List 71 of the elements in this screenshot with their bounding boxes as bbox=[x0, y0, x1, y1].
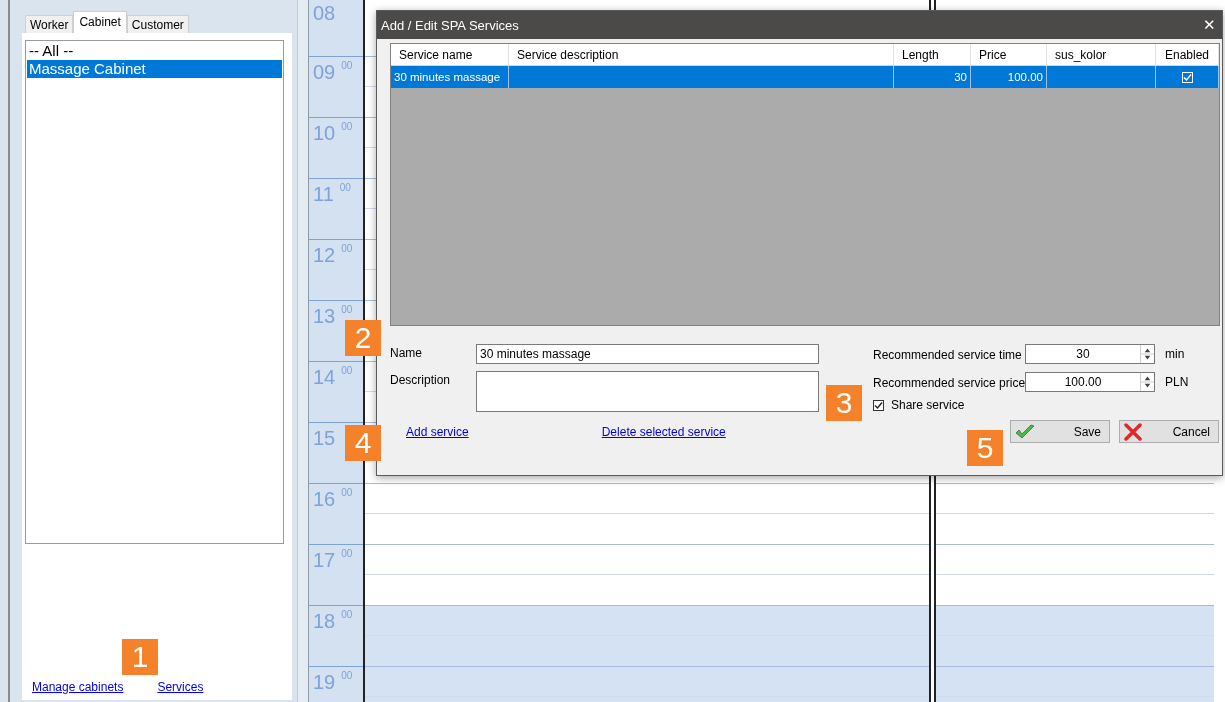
hour-label: 16 bbox=[313, 488, 336, 510]
minutes-label: 00 bbox=[341, 366, 353, 376]
hour-label: 09 bbox=[313, 61, 336, 83]
list-item[interactable]: -- All -- bbox=[27, 42, 282, 60]
checkbox-label: Share service bbox=[891, 398, 965, 412]
column-header[interactable]: Enabled bbox=[1156, 44, 1219, 66]
save-button[interactable]: Save bbox=[1010, 420, 1110, 443]
step-badge: 1 bbox=[122, 639, 158, 675]
minutes-label: 00 bbox=[341, 61, 353, 71]
link[interactable]: Manage cabinets bbox=[32, 680, 124, 694]
cancel-button[interactable]: Cancel bbox=[1119, 420, 1219, 443]
field-label: Description bbox=[390, 372, 452, 389]
hour-label: 17 bbox=[313, 549, 336, 571]
table-cell: 30 minutes massage bbox=[391, 66, 509, 88]
hour-label: 08 bbox=[313, 2, 336, 24]
unit-label: PLN bbox=[1164, 375, 1189, 389]
close-button[interactable]: ✕ bbox=[1201, 16, 1218, 34]
time-slot[interactable] bbox=[936, 667, 1214, 697]
hour-label: 11 bbox=[313, 183, 334, 205]
step-badge: 4 bbox=[345, 425, 381, 461]
time-slot[interactable] bbox=[936, 606, 1214, 636]
field-label: Recommended service time bbox=[873, 347, 1023, 362]
minutes-label: 00 bbox=[341, 122, 353, 132]
minutes-label: 00 bbox=[339, 183, 351, 193]
name-field[interactable]: 30 minutes massage bbox=[476, 344, 819, 364]
time-spinner[interactable]: 30 bbox=[1025, 344, 1155, 364]
minutes-label: 00 bbox=[341, 244, 353, 254]
share-checkbox[interactable] bbox=[873, 399, 884, 411]
check-icon bbox=[1015, 423, 1035, 440]
hour-label: 18 bbox=[313, 610, 336, 632]
description-field[interactable] bbox=[476, 371, 819, 412]
hour-label: 15 bbox=[313, 427, 336, 449]
time-slot[interactable] bbox=[365, 667, 929, 697]
table-cell: 30 bbox=[894, 66, 971, 88]
tab[interactable]: Cabinet bbox=[73, 11, 127, 33]
splitter-bar[interactable] bbox=[297, 0, 309, 702]
hour-label: 14 bbox=[313, 366, 336, 388]
column-header[interactable]: Service name bbox=[391, 44, 509, 66]
minutes-label: 00 bbox=[341, 305, 353, 315]
hour-label: 19 bbox=[313, 671, 336, 693]
field-label: Name bbox=[390, 345, 423, 362]
window-title: Add / Edit SPA Services bbox=[381, 17, 519, 33]
price-spinner[interactable]: 100.00 bbox=[1025, 372, 1155, 392]
time-slot[interactable] bbox=[936, 636, 1214, 667]
link[interactable]: Services bbox=[157, 680, 204, 694]
time-slot[interactable] bbox=[365, 636, 929, 667]
link[interactable]: Delete selected service bbox=[601, 424, 726, 439]
step-badge: 5 bbox=[967, 430, 1003, 466]
list-item[interactable]: Massage Cabinet bbox=[27, 60, 282, 78]
minutes-label: 00 bbox=[341, 610, 353, 620]
tab[interactable]: Customer bbox=[126, 15, 189, 33]
column-header[interactable]: sus_kolor bbox=[1047, 44, 1156, 66]
hour-label: 13 bbox=[313, 305, 336, 327]
close-icon bbox=[1124, 422, 1142, 441]
unit-label: min bbox=[1164, 347, 1186, 361]
column-header[interactable]: Service description bbox=[509, 44, 894, 66]
field-label: Recommended service price bbox=[873, 375, 1025, 390]
step-badge: 3 bbox=[826, 385, 862, 421]
minutes-label: 00 bbox=[341, 549, 353, 559]
enabled-checkbox[interactable] bbox=[1181, 71, 1193, 83]
time-slot[interactable] bbox=[365, 606, 929, 636]
minutes-label: 00 bbox=[341, 671, 353, 681]
minutes-label: 00 bbox=[341, 488, 353, 498]
tab[interactable]: Worker bbox=[25, 15, 74, 33]
hour-label: 10 bbox=[313, 122, 336, 144]
column-header[interactable]: Length bbox=[894, 44, 971, 66]
table-cell: 100.00 bbox=[971, 66, 1047, 88]
link[interactable]: Add service bbox=[406, 424, 469, 439]
hour-label: 12 bbox=[313, 244, 336, 266]
column-header[interactable]: Price bbox=[971, 44, 1047, 66]
step-badge: 2 bbox=[345, 320, 381, 356]
